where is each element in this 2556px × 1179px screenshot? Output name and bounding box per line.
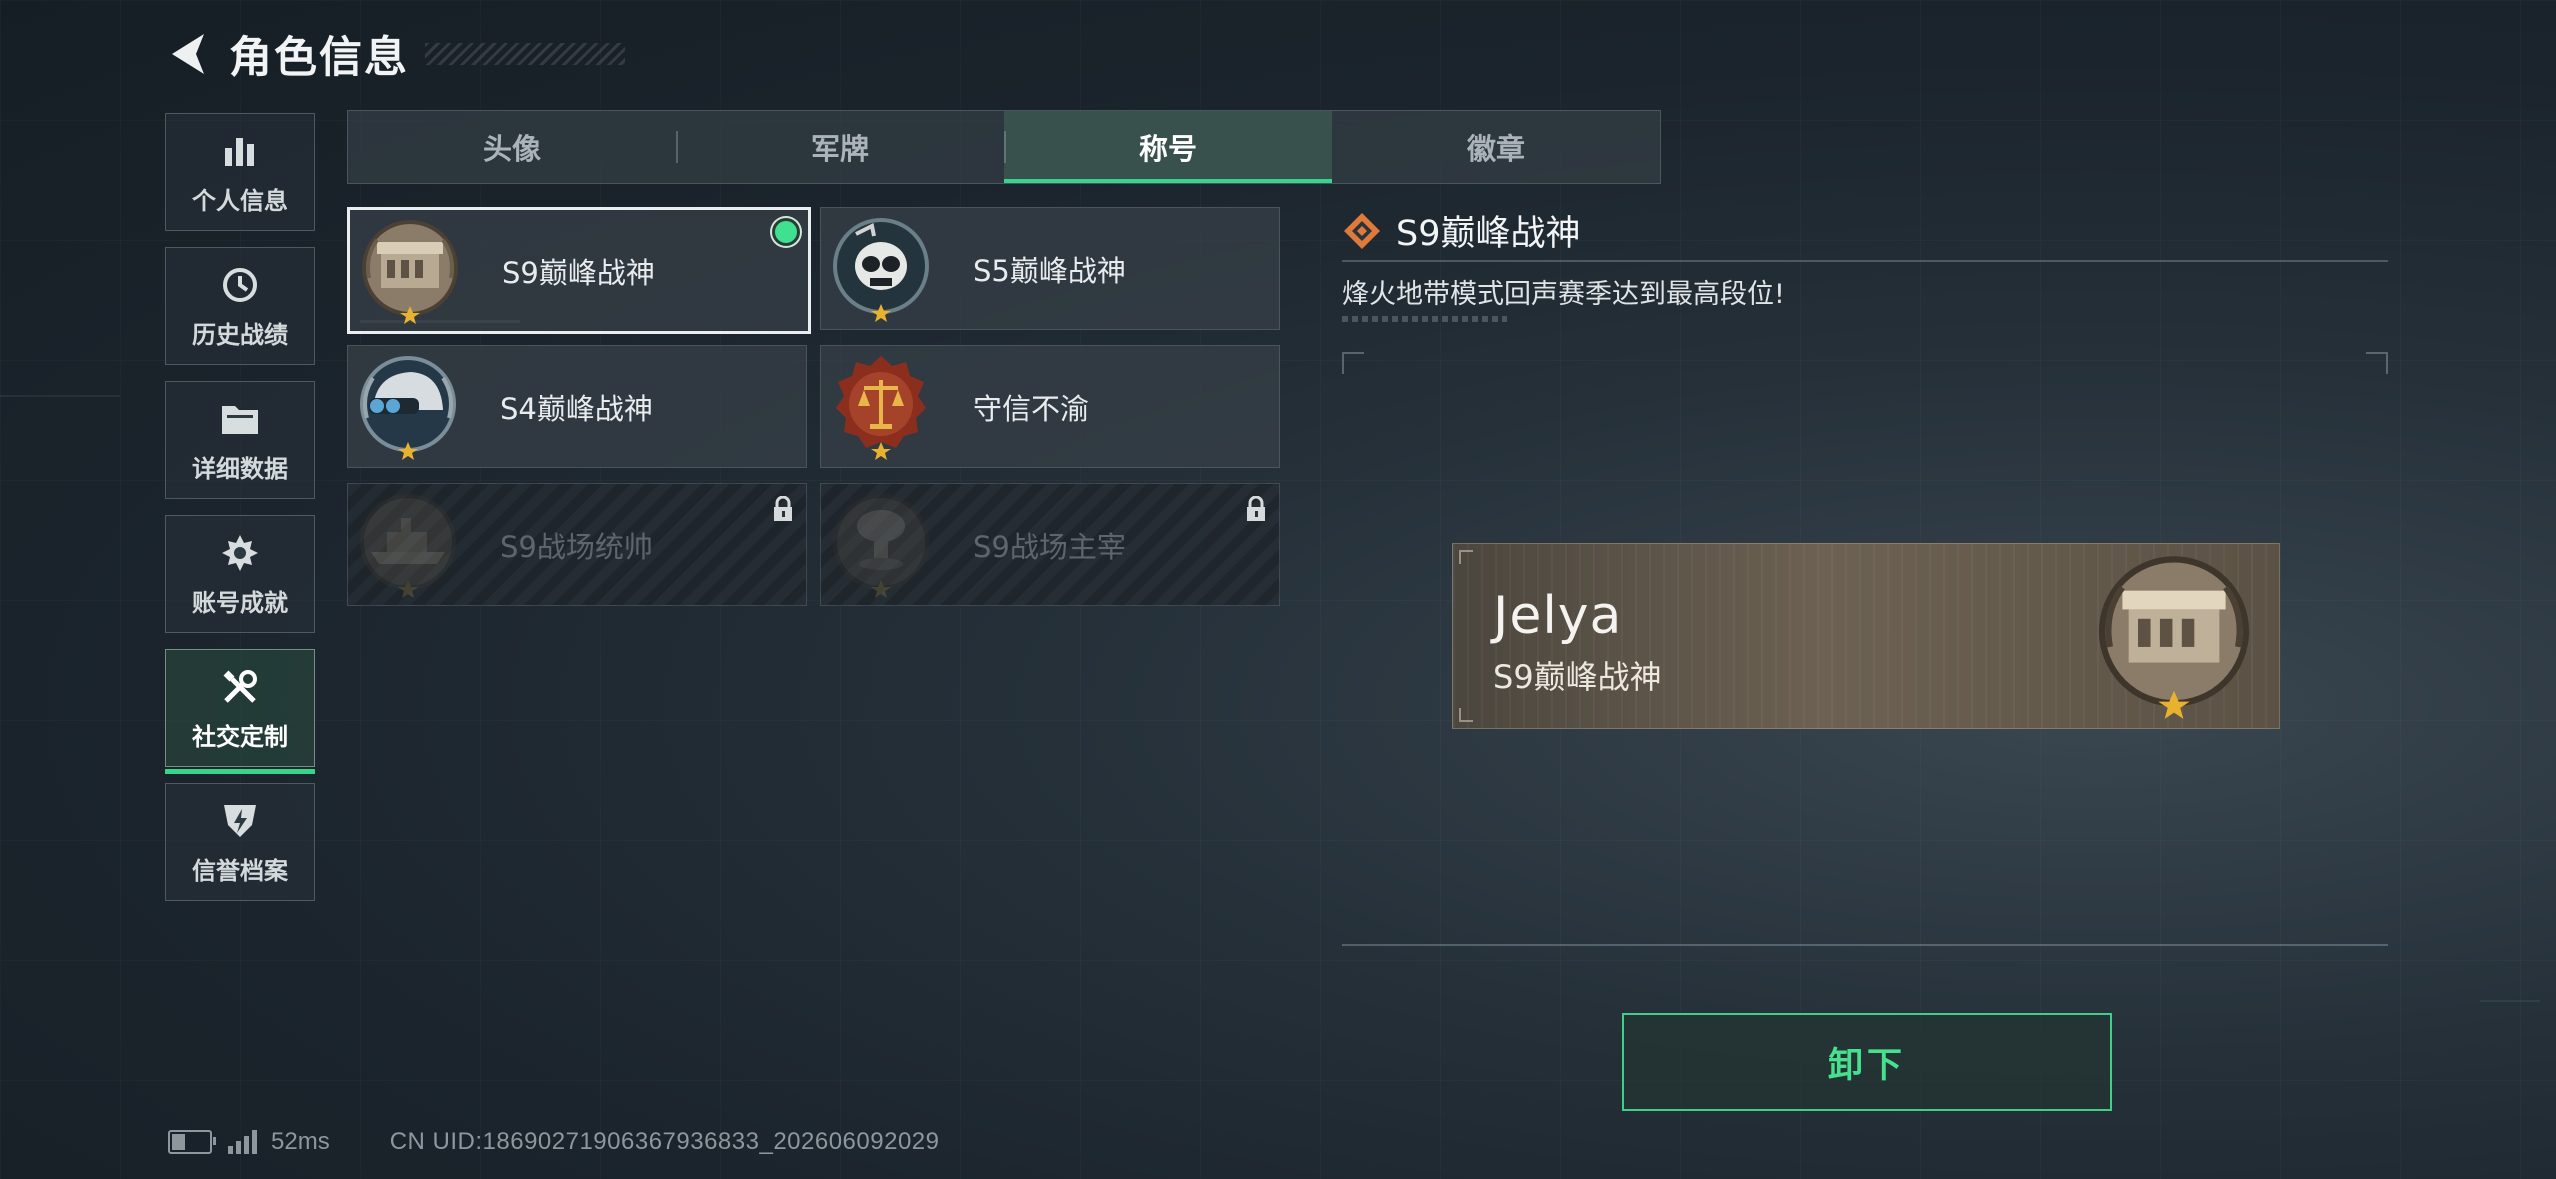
title-decoration (425, 43, 625, 65)
detail-meta-decoration (1342, 316, 1507, 322)
signal-bar (252, 1130, 257, 1154)
sidebar: 个人信息 历史战绩 详细数据 账号成就 社交定制 信誉档案 (165, 113, 317, 917)
battery-level (172, 1134, 185, 1150)
frame-corner (1342, 352, 1364, 374)
fortress-medal-icon (2085, 550, 2263, 726)
signal-bar (244, 1136, 249, 1154)
signal-bar (236, 1141, 241, 1154)
battery-icon (168, 1130, 216, 1154)
title-card[interactable]: 守信不渝 (820, 345, 1280, 468)
deco-line (0, 395, 120, 397)
sidebar-item-label: 社交定制 (192, 722, 288, 751)
lock-icon (1245, 495, 1267, 526)
detail-header: S9巅峰战神 (1342, 205, 1581, 256)
detail-description: 烽火地带模式回声赛季达到最高段位! (1342, 279, 1785, 310)
sidebar-item-credit-profile[interactable]: 信誉档案 (165, 783, 315, 901)
uid-text: CN UID:18690271906367936833_202606092029 (389, 1128, 940, 1155)
wrench-screwdriver-icon (218, 665, 262, 709)
signal-bar (228, 1146, 233, 1154)
title-name: S9战场统帅 (500, 529, 653, 564)
back-arrow-icon (172, 34, 204, 74)
sidebar-item-personal-info[interactable]: 个人信息 (165, 113, 315, 231)
bar-chart-icon (218, 129, 262, 173)
tab-bar: 头像 军牌 称号 徽章 (347, 110, 1661, 184)
title-name: S4巅峰战神 (500, 391, 653, 426)
title-name: 守信不渝 (973, 391, 1090, 426)
title-card[interactable]: S4巅峰战神 (347, 345, 807, 468)
clock-history-icon (218, 263, 262, 307)
nameplate-preview: Jelya S9巅峰战神 (1452, 543, 2280, 729)
title-name: S5巅峰战神 (973, 253, 1126, 288)
deco-line (2480, 1000, 2540, 1002)
card-decoration (360, 320, 520, 323)
sidebar-item-label: 账号成就 (192, 588, 288, 617)
tab-dog-tag[interactable]: 军牌 (676, 111, 1004, 183)
sidebar-item-label: 个人信息 (192, 186, 288, 215)
unequip-button-label: 卸下 (1827, 1045, 1906, 1086)
warship-medal-icon (348, 484, 468, 605)
helmet-medal-icon (348, 346, 468, 467)
header: 角色信息 (165, 28, 625, 83)
preview-baseline (1342, 944, 2388, 946)
title-card[interactable]: S5巅峰战神 (820, 207, 1280, 330)
diamond-rank-icon (1344, 212, 1380, 249)
page-title: 角色信息 (229, 33, 409, 83)
folder-icon (218, 397, 262, 441)
equipped-indicator (772, 218, 800, 246)
frame-corner (2366, 352, 2388, 374)
status-bar: 52ms CN UID:18690271906367936833_2026060… (168, 1128, 940, 1156)
achievement-icon (218, 531, 262, 575)
sidebar-item-achievements[interactable]: 账号成就 (165, 515, 315, 633)
nameplate-corner (1459, 550, 1473, 564)
sidebar-item-history[interactable]: 历史战绩 (165, 247, 315, 365)
sidebar-item-label: 详细数据 (192, 454, 288, 483)
back-button[interactable] (165, 28, 209, 80)
title-card-locked[interactable]: S9战场主宰 (820, 483, 1280, 606)
detail-title: S9巅峰战神 (1396, 214, 1581, 254)
signal-icon (228, 1130, 257, 1154)
tab-badge[interactable]: 徽章 (1332, 111, 1660, 183)
title-card-locked[interactable]: S9战场统帅 (347, 483, 807, 606)
unequip-button[interactable]: 卸下 (1622, 1013, 2112, 1111)
lock-icon (772, 495, 794, 526)
sidebar-item-label: 信誉档案 (192, 856, 288, 885)
scales-medal-icon (821, 346, 941, 467)
player-title: S9巅峰战神 (1493, 658, 1662, 696)
ping-text: 52ms (271, 1128, 330, 1155)
divider (1342, 260, 2388, 262)
sidebar-item-social-custom[interactable]: 社交定制 (165, 649, 315, 774)
tab-avatar[interactable]: 头像 (348, 111, 676, 183)
title-name: S9战场主宰 (973, 529, 1126, 564)
sidebar-item-label: 历史战绩 (192, 320, 288, 349)
tab-title[interactable]: 称号 (1004, 111, 1332, 183)
title-card[interactable]: S9巅峰战神 (347, 207, 811, 334)
sidebar-item-detailed-data[interactable]: 详细数据 (165, 381, 315, 499)
fortress-medal-icon (350, 210, 470, 331)
title-name: S9巅峰战神 (502, 255, 655, 290)
player-name: Jelya (1493, 586, 1623, 646)
skull-medal-icon (821, 208, 941, 329)
nameplate-corner (1459, 708, 1473, 722)
mushroom-cloud-medal-icon (821, 484, 941, 605)
shield-bolt-icon (218, 799, 262, 843)
